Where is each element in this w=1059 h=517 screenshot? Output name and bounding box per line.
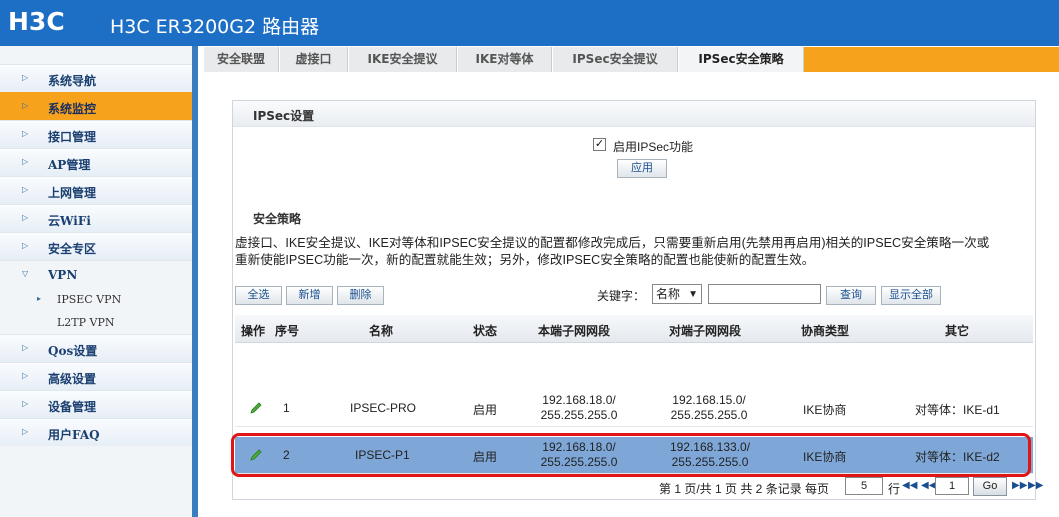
chevron-right-icon: ▸	[37, 294, 42, 303]
apply-button[interactable]: 应用	[617, 159, 667, 178]
chevron-right-icon: ▷	[22, 241, 29, 250]
tab-bar: 安全联盟 虚接口 IKE安全提议 IKE对等体 IPSec安全提议 IPSec安…	[204, 46, 1059, 72]
chevron-right-icon: ▷	[22, 427, 29, 436]
h3c-logo: H3C	[8, 7, 65, 36]
chevron-right-icon: ▷	[22, 101, 29, 110]
sidebar: ▷ 系统导航 ▷ 系统监控 ▷ 接口管理 ▷ AP管理 ▷ 上网管理 ▷ 云WiFi ▷ 安全…	[0, 46, 198, 517]
chevron-right-icon: ▷	[22, 185, 29, 194]
chevron-right-icon: ▷	[22, 399, 29, 408]
sidebar-subitem-ipsec-vpn[interactable]: ▸ IPSEC VPN	[0, 288, 192, 311]
sidebar-item-system-nav[interactable]: ▷ 系统导航	[0, 64, 192, 92]
table-row[interactable]: 1 IPSEC-PRO 启用 192.168.18.0/ 255.255.255…	[235, 390, 1033, 427]
next-page-icon[interactable]: ▶▶	[1012, 480, 1027, 491]
chevron-right-icon: ▷	[22, 73, 29, 82]
tab-ike-peer[interactable]: IKE对等体	[458, 47, 552, 72]
chevron-right-icon: ▷	[22, 213, 29, 222]
keyword-label: 关键字：	[597, 289, 646, 303]
chevron-down-icon: ▽	[22, 269, 29, 278]
tab-ipsec-proposal[interactable]: IPSec安全提议	[553, 47, 678, 72]
pager-summary: 第 1 页/共 1 页 共 2 条记录 每页	[659, 482, 830, 496]
ipsec-panel: IPSec设置 ✓ 启用IPSec功能 应用 安全策略 虚接口、IKE安全提议、…	[231, 100, 1043, 500]
ipsec-settings-header: IPSec设置	[233, 101, 1035, 127]
keyword-input[interactable]	[708, 284, 821, 304]
app-title: H3C ER3200G2 路由器	[110, 16, 320, 38]
show-all-button[interactable]: 显示全部	[881, 286, 941, 305]
edit-pencil-icon[interactable]	[249, 401, 263, 415]
chevron-right-icon: ▷	[22, 157, 29, 166]
pagination: 第 1 页/共 1 页 共 2 条记录 每页 5 行 ◀◀ ◀◀ 1 Go ▶▶…	[659, 477, 1043, 497]
sidebar-subitem-l2tp-vpn[interactable]: L2TP VPN	[0, 311, 192, 334]
sidebar-item-internet[interactable]: ▷ 上网管理	[0, 176, 192, 204]
search-button[interactable]: 查询	[826, 286, 876, 305]
sidebar-item-system-monitor[interactable]: ▷ 系统监控	[0, 92, 192, 120]
sidebar-item-cloud-wifi[interactable]: ▷ 云WiFi	[0, 204, 192, 232]
page-input[interactable]: 1	[935, 477, 969, 495]
policy-table-header: 操作 序号 名称 状态 本端子网网段 对端子网网段 协商类型 其它	[235, 315, 1033, 343]
sidebar-item-advanced[interactable]: ▷ 高级设置	[0, 362, 192, 390]
last-page-icon[interactable]: ▶▶	[1028, 480, 1043, 491]
chevron-down-icon: ▼	[688, 289, 698, 300]
sidebar-item-faq[interactable]: ▷ 用户FAQ	[0, 418, 192, 446]
sidebar-item-qos[interactable]: ▷ Qos设置	[0, 334, 192, 362]
sidebar-item-security[interactable]: ▷ 安全专区	[0, 232, 192, 260]
tab-bar-accent	[804, 47, 1059, 72]
policy-header: 安全策略	[233, 204, 1035, 230]
add-button[interactable]: 新增	[286, 286, 333, 305]
per-page-input[interactable]: 5	[845, 477, 883, 495]
tab-virtual-interface[interactable]: 虚接口	[280, 47, 348, 72]
tab-security-association[interactable]: 安全联盟	[204, 47, 279, 72]
enable-ipsec-label: 启用IPSec功能	[613, 140, 694, 154]
edit-pencil-icon[interactable]	[249, 448, 263, 462]
enable-ipsec-checkbox[interactable]: ✓	[593, 138, 606, 151]
rows-unit-label: 行	[888, 482, 901, 496]
tab-ipsec-policy[interactable]: IPSec安全策略	[679, 47, 804, 72]
sidebar-item-device[interactable]: ▷ 设备管理	[0, 390, 192, 418]
delete-button[interactable]: 删除	[337, 286, 384, 305]
policy-description: 虚接口、IKE安全提议、IKE对等体和IPSEC安全提议的配置都修改完成后，只需…	[235, 236, 990, 267]
tab-ike-proposal[interactable]: IKE安全提议	[349, 47, 457, 72]
sidebar-item-vpn[interactable]: ▽ VPN	[0, 260, 192, 288]
table-row-selected[interactable]: 2 IPSEC-P1 启用 192.168.18.0/ 255.255.255.…	[235, 437, 1033, 474]
first-page-icon[interactable]: ◀◀	[902, 480, 917, 491]
main-content: 安全联盟 虚接口 IKE安全提议 IKE对等体 IPSec安全提议 IPSec安…	[204, 46, 1059, 517]
chevron-right-icon: ▷	[22, 129, 29, 138]
sidebar-item-ap[interactable]: ▷ AP管理	[0, 148, 192, 176]
select-all-button[interactable]: 全选	[235, 286, 282, 305]
chevron-right-icon: ▷	[22, 371, 29, 380]
app-header: H3C H3C ER3200G2 路由器	[0, 0, 1059, 46]
chevron-right-icon: ▷	[22, 343, 29, 352]
go-button[interactable]: Go	[973, 477, 1007, 496]
keyword-field-select[interactable]: 名称 ▼	[652, 284, 702, 304]
sidebar-item-interface[interactable]: ▷ 接口管理	[0, 120, 192, 148]
